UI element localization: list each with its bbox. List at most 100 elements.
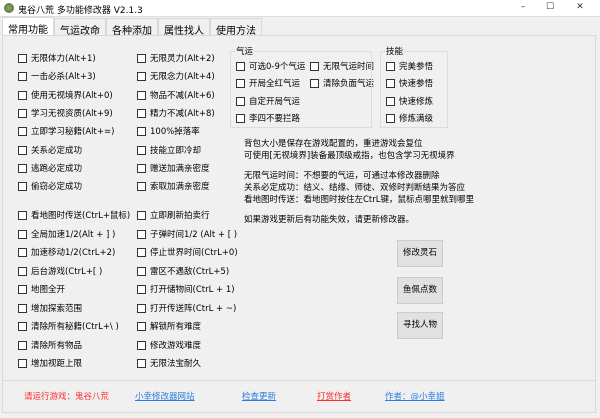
tab-2[interactable]: 各种添加 — [106, 18, 158, 37]
checkbox-item[interactable]: 无限法宝耐久 — [137, 357, 201, 369]
checkbox-item[interactable]: 无限灵力(Alt+2) — [137, 52, 215, 64]
check-update-link[interactable]: 检查更新 — [242, 390, 276, 402]
checkbox-label: 技能立即冷却 — [150, 146, 202, 156]
checkbox[interactable] — [137, 53, 146, 63]
author-link[interactable]: 作者：@小幸姐 — [385, 390, 445, 402]
checkbox[interactable] — [18, 284, 27, 294]
tab-1[interactable]: 气运改命 — [54, 18, 106, 37]
checkbox[interactable] — [18, 53, 27, 63]
checkbox[interactable] — [18, 358, 27, 368]
checkbox[interactable] — [18, 321, 27, 331]
title-bar: 鬼谷八荒 多功能修改器 V2.1.3 – ☐ ✕ — [0, 0, 600, 17]
tab-3[interactable]: 属性找人 — [158, 18, 210, 37]
minimize-button[interactable]: – — [513, 2, 533, 15]
window-title: 鬼谷八荒 多功能修改器 V2.1.3 — [18, 6, 143, 16]
checkbox-item[interactable]: 雷区不遇敌(CtrL+5) — [137, 265, 229, 277]
checkbox[interactable] — [18, 145, 27, 155]
checkbox-item[interactable]: 一击必杀(Alt+3) — [18, 70, 96, 82]
qiyun-group-label: 气运 — [235, 45, 255, 57]
checkbox[interactable] — [18, 71, 27, 81]
checkbox[interactable] — [137, 340, 146, 350]
checkbox-item[interactable]: 物品不减(Alt+6) — [137, 89, 215, 101]
checkbox[interactable] — [137, 145, 146, 155]
checkbox-item[interactable]: 全局加速1/2(Alt + ] ) — [18, 228, 115, 240]
checkbox[interactable] — [18, 229, 27, 239]
checkbox[interactable] — [18, 163, 27, 173]
checkbox[interactable] — [137, 266, 146, 276]
checkbox-item[interactable]: 使用无视境界(Alt+0) — [18, 89, 113, 101]
checkbox[interactable] — [137, 321, 146, 331]
checkbox-item[interactable]: 增加视距上限 — [18, 357, 82, 369]
checkbox[interactable] — [137, 126, 146, 136]
checkbox[interactable] — [18, 303, 27, 313]
checkbox[interactable] — [137, 71, 146, 81]
checkbox-item[interactable]: 子弹时间1/2 (Alt + [ ) — [137, 228, 237, 240]
checkbox-item[interactable]: 关系必定成功 — [18, 144, 82, 156]
checkbox-item[interactable]: 打开传送阵(CtrL + ~) — [137, 302, 236, 314]
checkbox[interactable] — [18, 181, 27, 191]
checkbox[interactable] — [137, 229, 146, 239]
checkbox-item[interactable]: 100%掉落率 — [137, 125, 200, 137]
checkbox-item[interactable]: 打开储物间(CtrL + 1) — [137, 283, 235, 295]
checkbox-item[interactable]: 立即刷新拍卖行 — [137, 209, 210, 221]
checkbox-item[interactable]: 清除所有秘籍(CtrL+\ ) — [18, 320, 119, 332]
checkbox-item[interactable]: 修改游戏难度 — [137, 339, 201, 351]
checkbox-label: 解锁所有难度 — [150, 322, 202, 332]
checkbox-label: 全局加速1/2(Alt + ] ) — [31, 230, 116, 240]
checkbox[interactable] — [137, 303, 146, 313]
checkbox-label: 打开储物间(CtrL + 1) — [150, 285, 235, 295]
info-line: 如果游戏更新后有功能失效，请更新修改器。 — [244, 215, 415, 225]
website-link[interactable]: 小幸修改器网站 — [135, 390, 195, 402]
checkbox[interactable] — [137, 90, 146, 100]
info-line: 看地图时传送：看地图时按住左CtrL键，鼠标点哪里就到哪里 — [244, 195, 475, 205]
checkbox-item[interactable]: 精力不减(Alt+8) — [137, 107, 215, 119]
checkbox-label: 精力不减(Alt+8) — [150, 109, 215, 119]
checkbox[interactable] — [18, 108, 27, 118]
close-button[interactable]: ✕ — [570, 2, 590, 15]
checkbox-label: 立即学习秘籍(Alt+=) — [31, 127, 115, 137]
checkbox-item[interactable]: 无限体力(Alt+1) — [18, 52, 96, 64]
checkbox[interactable] — [137, 247, 146, 257]
checkbox-label: 打开传送阵(CtrL + ~) — [150, 304, 237, 314]
checkbox-item[interactable]: 偷窃必定成功 — [18, 180, 82, 192]
tab-0[interactable]: 常用功能 — [2, 17, 54, 36]
checkbox[interactable] — [137, 163, 146, 173]
checkbox-item[interactable]: 赠送加满亲密度 — [137, 162, 210, 174]
checkbox-item[interactable]: 地图全开 — [18, 283, 65, 295]
tab-4[interactable]: 使用方法 — [210, 18, 262, 37]
info-line: 背包大小是保存在游戏配置的，重进游戏会复位 — [244, 139, 423, 149]
checkbox-item[interactable]: 技能立即冷却 — [137, 144, 201, 156]
checkbox[interactable] — [18, 210, 27, 220]
checkbox[interactable] — [18, 266, 27, 276]
donate-link[interactable]: 打赏作者 — [317, 390, 351, 402]
checkbox-label: 增加视距上限 — [31, 359, 83, 369]
find-person-button[interactable]: 寻找人物 — [397, 312, 443, 339]
checkbox-label: 100%掉落率 — [150, 127, 200, 137]
fish-pendant-points-button[interactable]: 鱼佩点数 — [397, 277, 443, 304]
game-status: 请运行游戏：鬼谷八荒 — [24, 392, 110, 402]
checkbox[interactable] — [18, 126, 27, 136]
checkbox[interactable] — [18, 247, 27, 257]
checkbox-item[interactable]: 逃跑必定成功 — [18, 162, 82, 174]
checkbox[interactable] — [137, 181, 146, 191]
checkbox-item[interactable]: 索取加满亲密度 — [137, 180, 210, 192]
checkbox[interactable] — [137, 210, 146, 220]
checkbox[interactable] — [18, 340, 27, 350]
checkbox-item[interactable]: 看地图时传送(CtrL+鼠标) — [18, 209, 130, 221]
checkbox[interactable] — [137, 358, 146, 368]
checkbox-item[interactable]: 学习无视资质(Alt+9) — [18, 107, 113, 119]
checkbox[interactable] — [137, 108, 146, 118]
checkbox-item[interactable]: 停止世界时间(CtrL+0) — [137, 246, 238, 258]
checkbox-item[interactable]: 无限念力(Alt+4) — [137, 70, 215, 82]
checkbox[interactable] — [137, 284, 146, 294]
checkbox[interactable] — [18, 90, 27, 100]
checkbox-item[interactable]: 清除所有物品 — [18, 339, 82, 351]
checkbox-item[interactable]: 后台游戏(CtrL+[ ) — [18, 265, 102, 277]
checkbox-item[interactable]: 加速移动1/2(CtrL+2) — [18, 246, 115, 258]
app-logo-icon — [4, 3, 14, 13]
maximize-button[interactable]: ☐ — [540, 2, 560, 15]
checkbox-item[interactable]: 增加探索范围 — [18, 302, 82, 314]
checkbox-item[interactable]: 解锁所有难度 — [137, 320, 201, 332]
modify-spirit-stone-button[interactable]: 修改灵石 — [397, 240, 443, 267]
checkbox-item[interactable]: 立即学习秘籍(Alt+=) — [18, 125, 114, 137]
